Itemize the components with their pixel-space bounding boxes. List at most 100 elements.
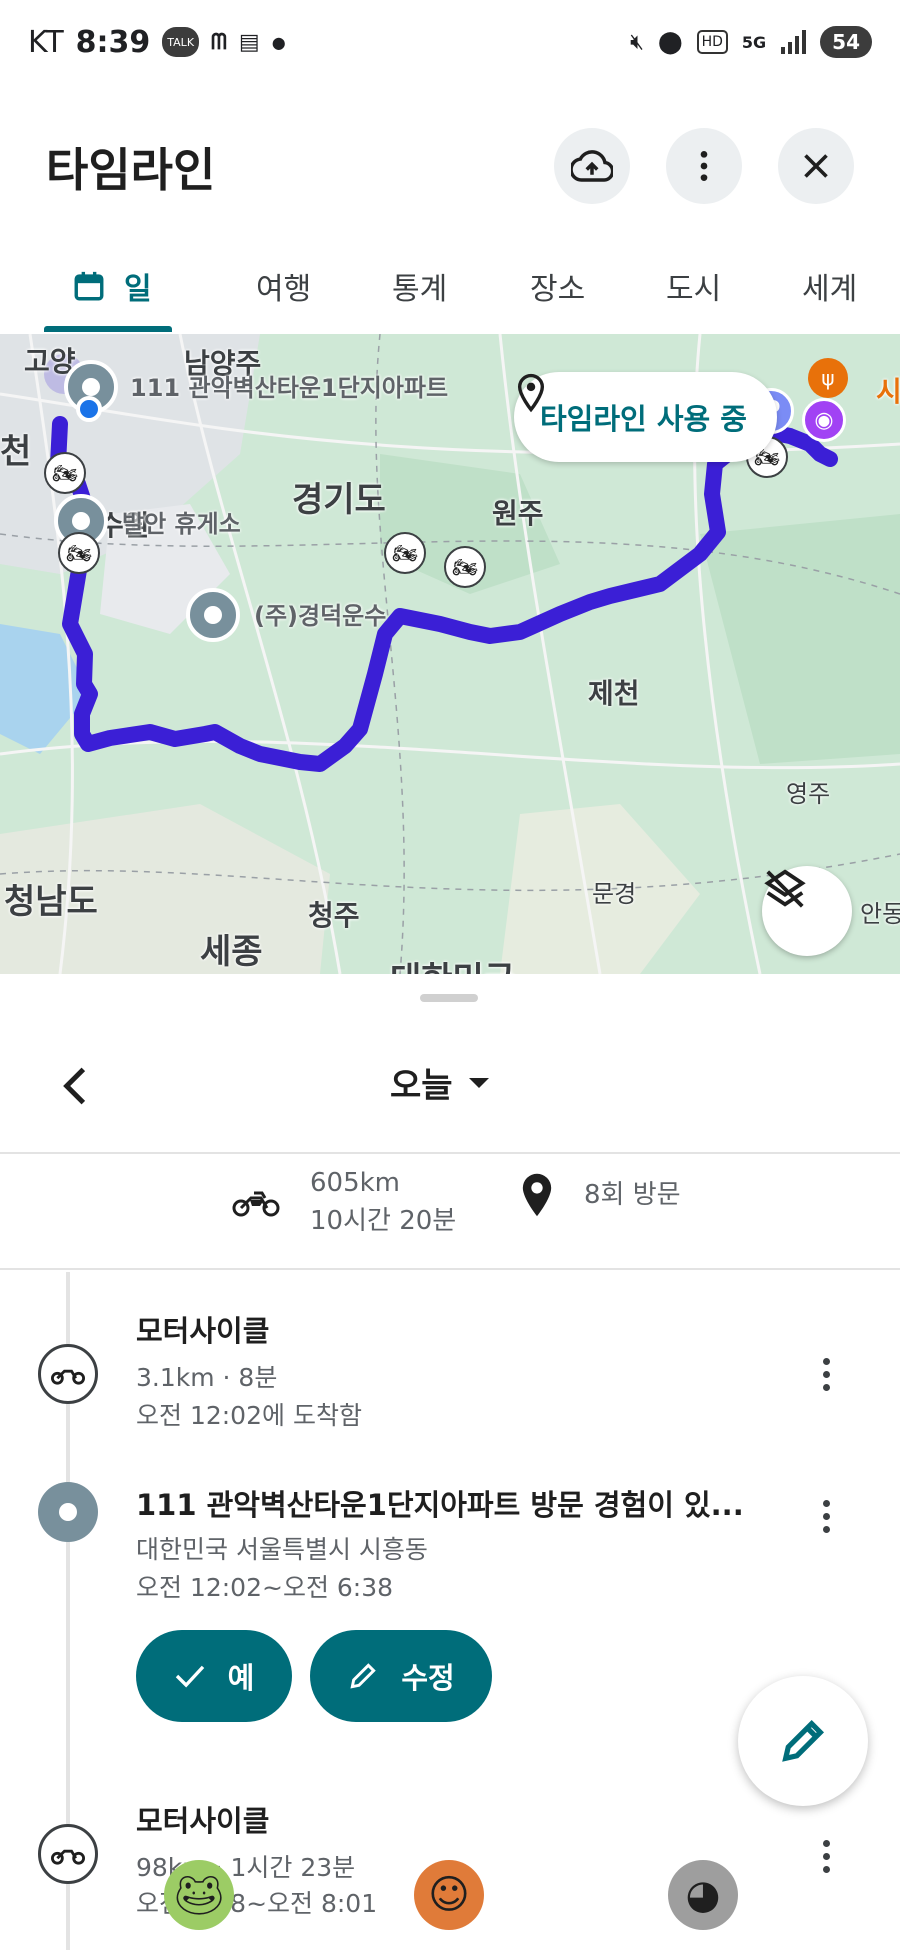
map-label-korea: 대한민국: [390, 952, 515, 974]
entry-title: 111 관악벽산타운1단지아파트 방문 경험이 있...: [136, 1488, 744, 1522]
map-label-wonju: 원주: [492, 497, 544, 530]
map-label-cheon: 천: [0, 432, 32, 472]
tab-places-label: 장소: [530, 272, 586, 307]
place-visit-icon: [38, 1482, 98, 1542]
edit-visit-label: 수정: [401, 1661, 455, 1695]
timeline-map[interactable]: 고양 남양주 천 경기도 수원 원주 제천 영주 문경 청주 세종 청남도 대한…: [0, 334, 900, 974]
clock: 8:39: [75, 24, 151, 60]
day-navigator: 오늘: [0, 1034, 900, 1134]
map-place-label-company: (주)경덕운수: [254, 602, 387, 630]
timeline-status-chip[interactable]: 타임라인 사용 중: [514, 372, 777, 462]
tab-trips-label: 여행: [256, 272, 312, 307]
tab-cities-label: 도시: [666, 272, 722, 307]
news-icon: ▤: [238, 29, 260, 55]
distance-summary: 605km 10시간 20분: [232, 1164, 456, 1240]
map-label-cheongju: 청주: [308, 899, 360, 932]
entry-more-button[interactable]: [808, 1486, 844, 1546]
battery-indicator: 54: [820, 26, 872, 58]
camera-poi-icon[interactable]: ◉: [802, 398, 846, 442]
tab-world[interactable]: 세계: [802, 244, 857, 328]
tab-trips[interactable]: 여행: [256, 244, 311, 328]
total-duration: 10시간 20분: [310, 1206, 457, 1236]
day-summary: 605km 10시간 20분 8회 방문: [0, 1154, 900, 1246]
route-motorcycle-marker[interactable]: 🏍︎: [384, 532, 426, 574]
place-marker-company[interactable]: [186, 588, 240, 642]
map-place-label-rest-area: 발안 휴게소: [122, 510, 241, 538]
signal-icon: [780, 27, 807, 57]
layers-off-icon: [764, 869, 806, 908]
place-pin-icon: [522, 1173, 552, 1217]
close-button[interactable]: [778, 128, 854, 204]
route-motorcycle-marker[interactable]: 🏍︎: [444, 546, 486, 588]
map-label-mungyeong: 문경: [592, 880, 637, 908]
layers-toggle-button[interactable]: [762, 866, 852, 956]
tab-insights-label: 통계: [392, 272, 448, 307]
visit-count: 8회 방문: [584, 1180, 681, 1210]
more-notifications-dot-icon: ●: [271, 32, 286, 52]
route-motorcycle-marker[interactable]: 🏍︎: [58, 532, 100, 574]
map-label-yeongju: 영주: [786, 780, 831, 808]
tab-insights[interactable]: 통계: [392, 244, 447, 328]
active-tab-indicator: [44, 326, 172, 332]
route-motorcycle-marker[interactable]: 🏍︎: [44, 452, 86, 494]
pencil-icon: [782, 1719, 825, 1762]
tab-world-label: 세계: [802, 272, 858, 307]
map-label-andong: 안동: [860, 900, 900, 928]
map-place-label-apt: 111 관악벽산타운1단지아파트: [130, 374, 449, 402]
edit-fab-button[interactable]: [738, 1676, 868, 1806]
map-label-jecheon: 제천: [588, 677, 640, 710]
check-icon: [175, 1665, 204, 1688]
map-label-chungnam: 청남도: [4, 882, 98, 922]
chevron-left-icon: [63, 1067, 86, 1105]
motorcycle-icon: [232, 1191, 280, 1217]
tab-day[interactable]: 일: [72, 244, 152, 328]
day-dropdown[interactable]: 오늘: [390, 1058, 491, 1107]
map-label-sejong: 세종: [200, 932, 263, 972]
entry-more-button[interactable]: [808, 1344, 844, 1404]
restaurant-poi-icon[interactable]: ψ: [808, 358, 848, 398]
entry-distance-duration: 3.1km · 8분: [136, 1363, 278, 1392]
status-bar: KT 8:39 TALK ᗰ ▤ ● 🔇︎ ⬤ HD 5G 54: [0, 0, 900, 84]
tab-places[interactable]: 장소: [530, 244, 585, 328]
visits-summary: 8회 방문: [520, 1172, 681, 1218]
seal-sticker-icon[interactable]: ◕: [668, 1860, 738, 1930]
network-5g-icon: 5G: [741, 32, 767, 52]
confirm-yes-label: 예: [227, 1661, 255, 1695]
frog-sticker-icon[interactable]: 🐸︎: [164, 1860, 234, 1930]
confirm-yes-button[interactable]: 예: [136, 1630, 292, 1722]
more-options-button[interactable]: [666, 128, 742, 204]
map-label-si: 시: [876, 375, 900, 408]
page-title: 타임라인: [46, 143, 216, 197]
day-dropdown-label: 오늘: [390, 1066, 453, 1106]
entry-more-button[interactable]: [808, 1826, 844, 1886]
bottom-sheet: 오늘 605km 10시간 20분 8회 방문 모터사이클 3.1km · 8분: [0, 974, 900, 1950]
entry-time: 오전 12:02에 도착함: [136, 1401, 362, 1430]
kakaotalk-icon: TALK: [162, 27, 200, 57]
hd-voice-icon: HD: [696, 30, 728, 54]
mute-icon: 🔇︎: [630, 29, 644, 55]
divider: [0, 1268, 900, 1270]
tab-day-label: 일: [124, 272, 152, 307]
cloud-upload-button[interactable]: [554, 128, 630, 204]
tab-cities[interactable]: 도시: [666, 244, 721, 328]
location-pin-icon: [517, 373, 545, 413]
app-header: 타임라인: [0, 84, 900, 244]
previous-day-button[interactable]: [50, 1056, 100, 1116]
cloud-upload-icon: [571, 150, 613, 182]
calendar-icon: [74, 271, 104, 301]
location-icon: ⬤: [657, 29, 683, 55]
pencil-icon: [350, 1663, 377, 1689]
edit-visit-button[interactable]: 수정: [310, 1630, 492, 1722]
character-sticker-icon[interactable]: ☺: [414, 1860, 484, 1930]
sheet-drag-handle[interactable]: [420, 994, 478, 1002]
more-vert-icon: [700, 151, 708, 181]
entry-title: 모터사이클: [136, 1314, 270, 1348]
carrier-label: KT: [28, 24, 64, 60]
close-icon: [804, 154, 828, 178]
dropdown-arrow-icon: [468, 1077, 489, 1088]
motorcycle-activity-icon: [38, 1824, 98, 1884]
motorcycle-activity-icon: [38, 1344, 98, 1404]
entry-time: 오전 12:02~오전 6:38: [136, 1573, 394, 1602]
map-label-gyeonggi: 경기도: [292, 480, 386, 520]
entry-title: 모터사이클: [136, 1804, 270, 1838]
